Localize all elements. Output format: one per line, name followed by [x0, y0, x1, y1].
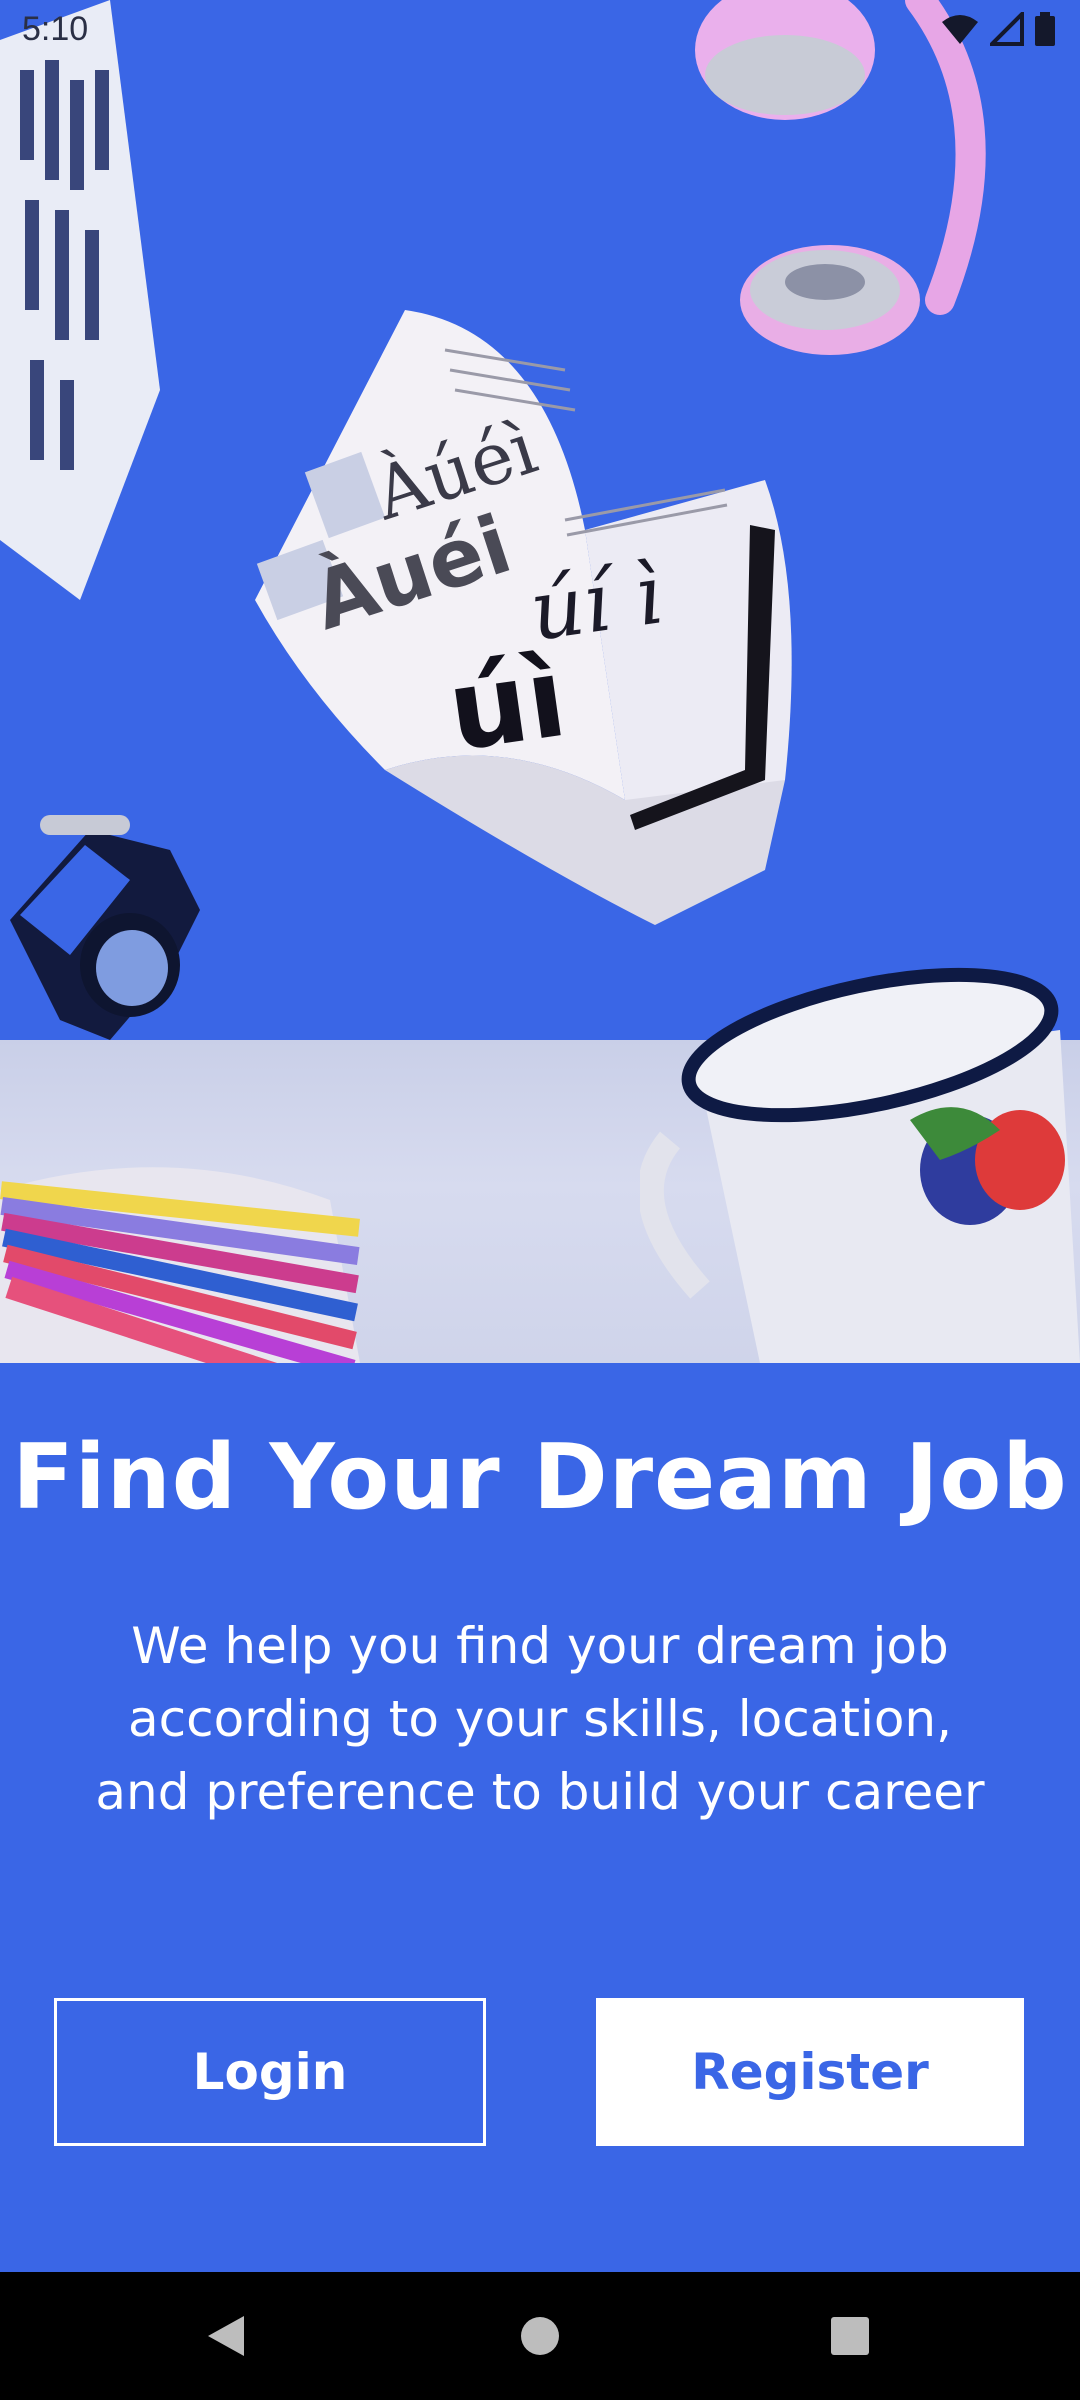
home-circle-icon: [521, 2317, 559, 2355]
register-button-label: Register: [691, 2043, 929, 2101]
cell-signal-icon: [990, 12, 1024, 46]
paper-sheet-image: [0, 0, 160, 600]
status-time: 5:10: [22, 10, 89, 48]
status-icons: [940, 12, 1056, 46]
back-triangle-icon: [208, 2316, 244, 2356]
color-swatches-image: [0, 1167, 360, 1363]
hero-illustration: Àúéì Àuéi úí ì úì: [0, 0, 1080, 1363]
register-button[interactable]: Register: [596, 1998, 1024, 2146]
system-navigation-bar: [0, 2272, 1080, 2400]
wifi-icon: [942, 15, 978, 44]
battery-icon: [1035, 12, 1055, 46]
back-button[interactable]: [186, 2296, 266, 2376]
loupe-image: [10, 815, 200, 1040]
page-title: Find Your Dream Job: [12, 1425, 1068, 1530]
mug-image: [640, 967, 1080, 1363]
login-button-label: Login: [192, 2043, 348, 2101]
book-text-c: úì: [441, 633, 574, 776]
home-button[interactable]: [500, 2296, 580, 2376]
page-subtitle: We help you find your dream job accordin…: [95, 1617, 985, 1821]
login-button[interactable]: Login: [54, 1998, 486, 2146]
open-book-image: Àúéì Àuéi úí ì úì: [255, 310, 792, 925]
status-bar: 5:10: [0, 0, 1080, 64]
recents-button[interactable]: [810, 2296, 890, 2376]
recents-square-icon: [831, 2317, 869, 2355]
